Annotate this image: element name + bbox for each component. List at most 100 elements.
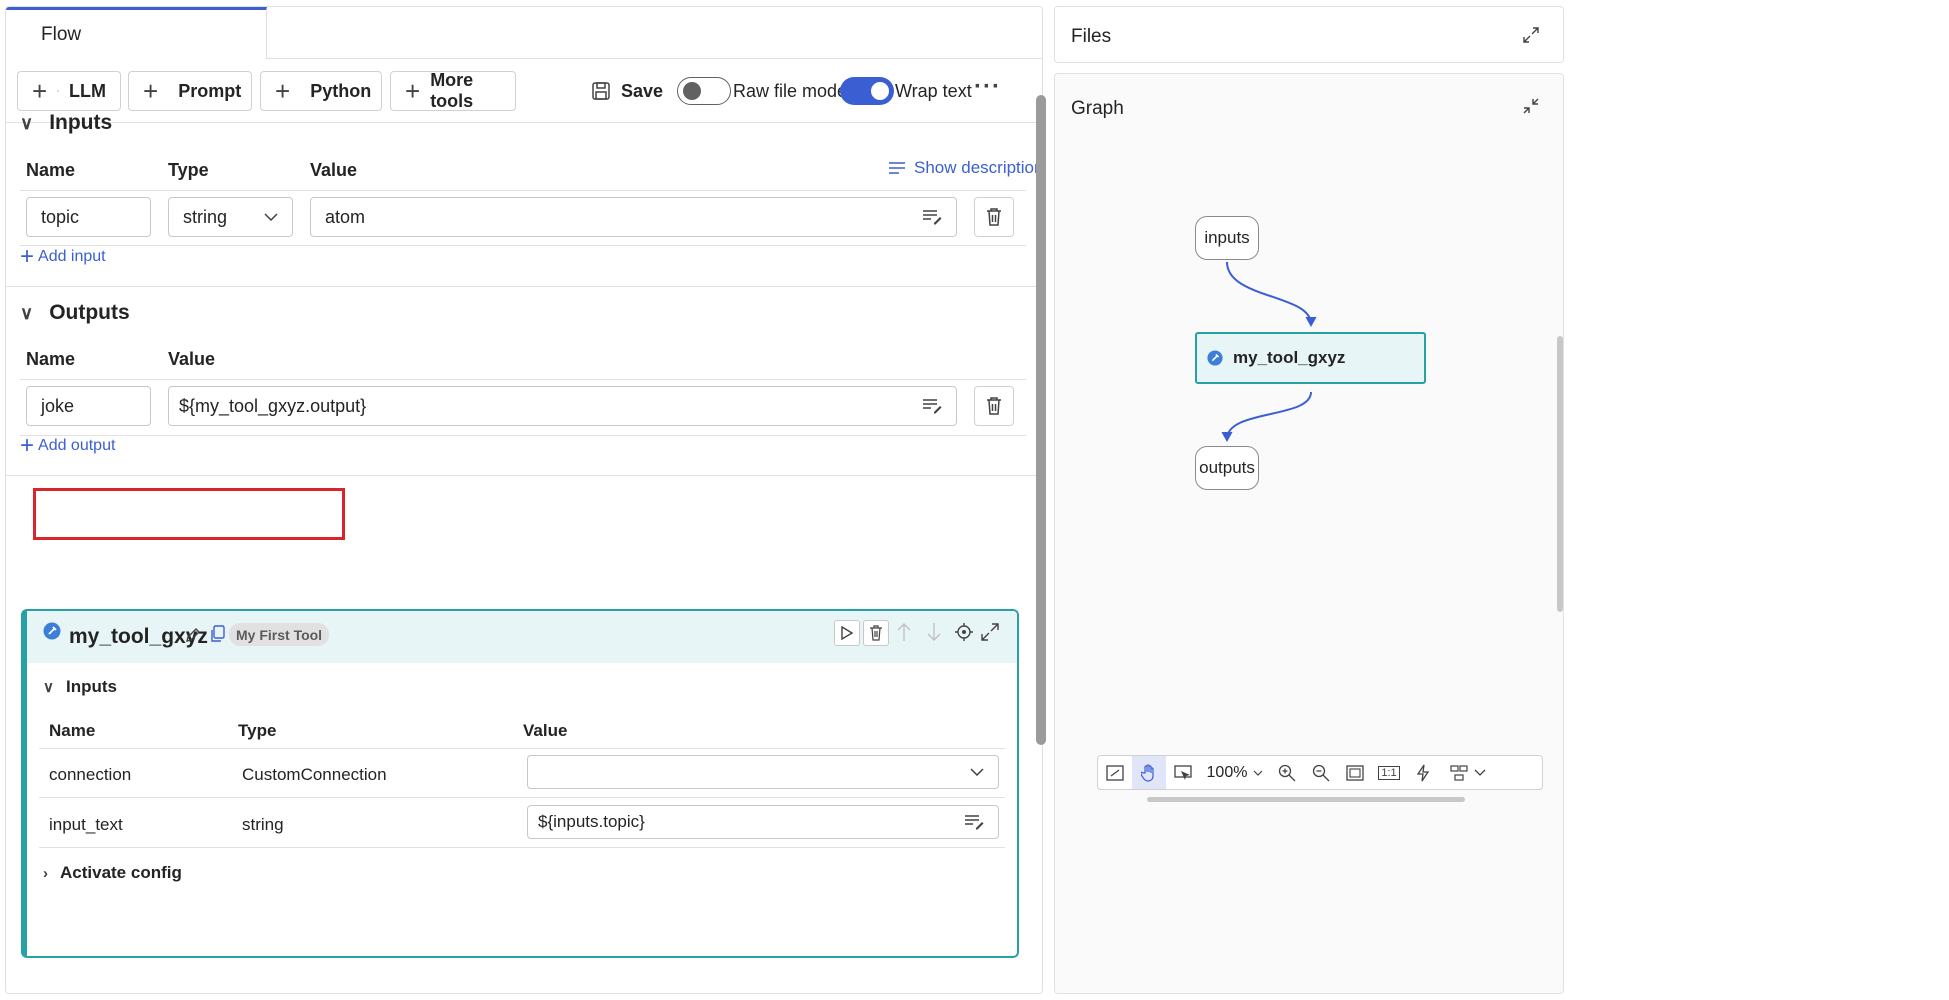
more-tools-button[interactable]: + More tools xyxy=(390,70,516,111)
tab-flow[interactable]: Flow xyxy=(6,7,267,59)
inputs-title: Inputs xyxy=(49,111,113,134)
edit-text-icon[interactable] xyxy=(922,398,942,414)
activate-config-label: Activate config xyxy=(60,863,182,882)
graph-node-tool-label: my_tool_gxyz xyxy=(1233,348,1346,367)
chevron-down-icon xyxy=(970,768,984,776)
raw-file-mode-label: Raw file mode xyxy=(733,81,848,101)
input-value-field[interactable]: atom xyxy=(310,197,957,237)
add-output-button[interactable]: + Add output xyxy=(20,434,115,458)
tool-node-header: my_tool_gxyz My First Tool xyxy=(27,611,1017,663)
show-description-button[interactable]: Show description xyxy=(888,158,1043,178)
graph-toolbar: 100% 1:1 xyxy=(1097,755,1543,790)
plus-icon: + xyxy=(275,76,291,106)
tab-strip: Flow xyxy=(6,7,1042,59)
auto-layout-icon[interactable] xyxy=(1406,756,1440,789)
select-icon[interactable] xyxy=(1166,756,1200,789)
connection-select[interactable] xyxy=(527,755,999,789)
add-python-button[interactable]: + Python xyxy=(260,71,382,111)
plus-icon: + xyxy=(20,432,35,459)
expand-icon[interactable] xyxy=(1522,26,1540,44)
graph-panel: Graph inputs my_tool_gxyz outputs xyxy=(1054,73,1564,994)
highlight-box xyxy=(33,488,345,540)
raw-file-mode-toggle[interactable] xyxy=(677,77,731,105)
input-name-field[interactable]: topic xyxy=(26,197,151,237)
editor-scrollbar[interactable] xyxy=(1036,95,1046,745)
graph-node-tool[interactable]: my_tool_gxyz xyxy=(1195,332,1426,384)
node-col-value: Value xyxy=(523,721,568,740)
col-name: Name xyxy=(26,349,76,369)
input-type-select[interactable]: string xyxy=(168,197,293,237)
output-name-field[interactable]: joke xyxy=(26,386,151,426)
input-type-value: string xyxy=(183,206,228,227)
input-text-value: ${inputs.topic} xyxy=(538,812,645,831)
arrow-down-icon[interactable] xyxy=(927,622,941,642)
outputs-header[interactable]: ∨ Outputs xyxy=(20,301,130,325)
arrow-up-icon[interactable] xyxy=(897,622,911,642)
node-row-type: string xyxy=(242,815,284,834)
tool-icon xyxy=(1207,350,1223,366)
delete-input-button[interactable] xyxy=(974,197,1014,237)
chevron-down-icon: ∨ xyxy=(20,302,34,323)
trash-icon xyxy=(870,625,882,641)
graph-node-outputs[interactable]: outputs xyxy=(1195,446,1259,490)
chevron-down-icon: ∨ xyxy=(20,112,34,133)
play-icon xyxy=(841,626,853,640)
trash-icon xyxy=(987,397,1001,415)
zoom-select[interactable]: 100% xyxy=(1200,764,1270,782)
locate-icon[interactable] xyxy=(954,622,974,642)
tab-flow-label: Flow xyxy=(41,23,82,45)
more-options-icon[interactable]: ··· xyxy=(974,73,1001,101)
expand-icon[interactable] xyxy=(980,622,1000,642)
run-node-button[interactable] xyxy=(834,620,860,646)
col-type: Type xyxy=(168,160,209,180)
node-row-type: CustomConnection xyxy=(242,765,387,784)
add-prompt-button[interactable]: + Prompt xyxy=(128,71,252,111)
add-input-button[interactable]: + Add input xyxy=(20,245,106,269)
graph-hscrollbar[interactable] xyxy=(1147,797,1465,802)
chevron-down-icon xyxy=(264,213,278,221)
wrap-text-toggle[interactable] xyxy=(840,77,894,105)
more-layout-icon[interactable] xyxy=(1440,756,1496,789)
actual-size-icon[interactable]: 1:1 xyxy=(1372,756,1406,789)
edit-text-icon[interactable] xyxy=(922,209,942,225)
tool-node-card: my_tool_gxyz My First Tool ∨ Inputs Name… xyxy=(21,609,1019,958)
input-text-field[interactable]: ${inputs.topic} xyxy=(527,805,999,839)
zoom-out-icon[interactable] xyxy=(1304,756,1338,789)
text-lines-icon xyxy=(889,162,905,174)
fit-to-screen-icon[interactable] xyxy=(1338,756,1372,789)
col-name: Name xyxy=(26,160,76,180)
inputs-header[interactable]: ∨ Inputs xyxy=(20,111,112,135)
zoom-in-icon[interactable] xyxy=(1270,756,1304,789)
output-value-text: ${my_tool_gxyz.output} xyxy=(179,395,367,416)
delete-node-button[interactable] xyxy=(863,620,889,646)
chevron-down-icon: ∨ xyxy=(43,679,54,696)
node-inputs-header[interactable]: ∨ Inputs xyxy=(43,677,117,697)
save-label: Save xyxy=(621,80,664,101)
output-value-field[interactable]: ${my_tool_gxyz.output} xyxy=(168,386,957,426)
delete-output-button[interactable] xyxy=(974,386,1014,426)
col-value: Value xyxy=(168,349,216,369)
save-button[interactable]: Save xyxy=(591,73,663,109)
node-inputs-title: Inputs xyxy=(65,677,117,696)
save-icon xyxy=(592,82,610,100)
tool-icon xyxy=(43,622,61,640)
input-value-text: atom xyxy=(325,206,366,227)
pencil-icon[interactable] xyxy=(184,626,202,644)
node-col-type: Type xyxy=(238,721,277,740)
zoom-value: 100% xyxy=(1206,763,1248,781)
copy-icon[interactable] xyxy=(209,625,225,643)
inputs-section: ∨ Inputs Name Type Value Show descriptio… xyxy=(6,107,1043,287)
plus-icon: + xyxy=(32,76,48,106)
show-description-label: Show description xyxy=(914,158,1043,177)
more-tools-label: More tools xyxy=(430,70,474,111)
activate-config-header[interactable]: › Activate config xyxy=(43,863,182,883)
tool-badge: My First Tool xyxy=(229,623,330,646)
plus-icon: + xyxy=(143,76,159,106)
graph-node-inputs[interactable]: inputs xyxy=(1195,216,1259,260)
hand-icon[interactable] xyxy=(1132,756,1166,789)
add-llm-button[interactable]: + LLM xyxy=(17,71,121,111)
fit-icon[interactable] xyxy=(1098,756,1132,789)
add-output-label: Add output xyxy=(38,437,116,454)
graph-scrollbar[interactable] xyxy=(1557,336,1563,612)
edit-text-icon[interactable] xyxy=(964,814,984,830)
